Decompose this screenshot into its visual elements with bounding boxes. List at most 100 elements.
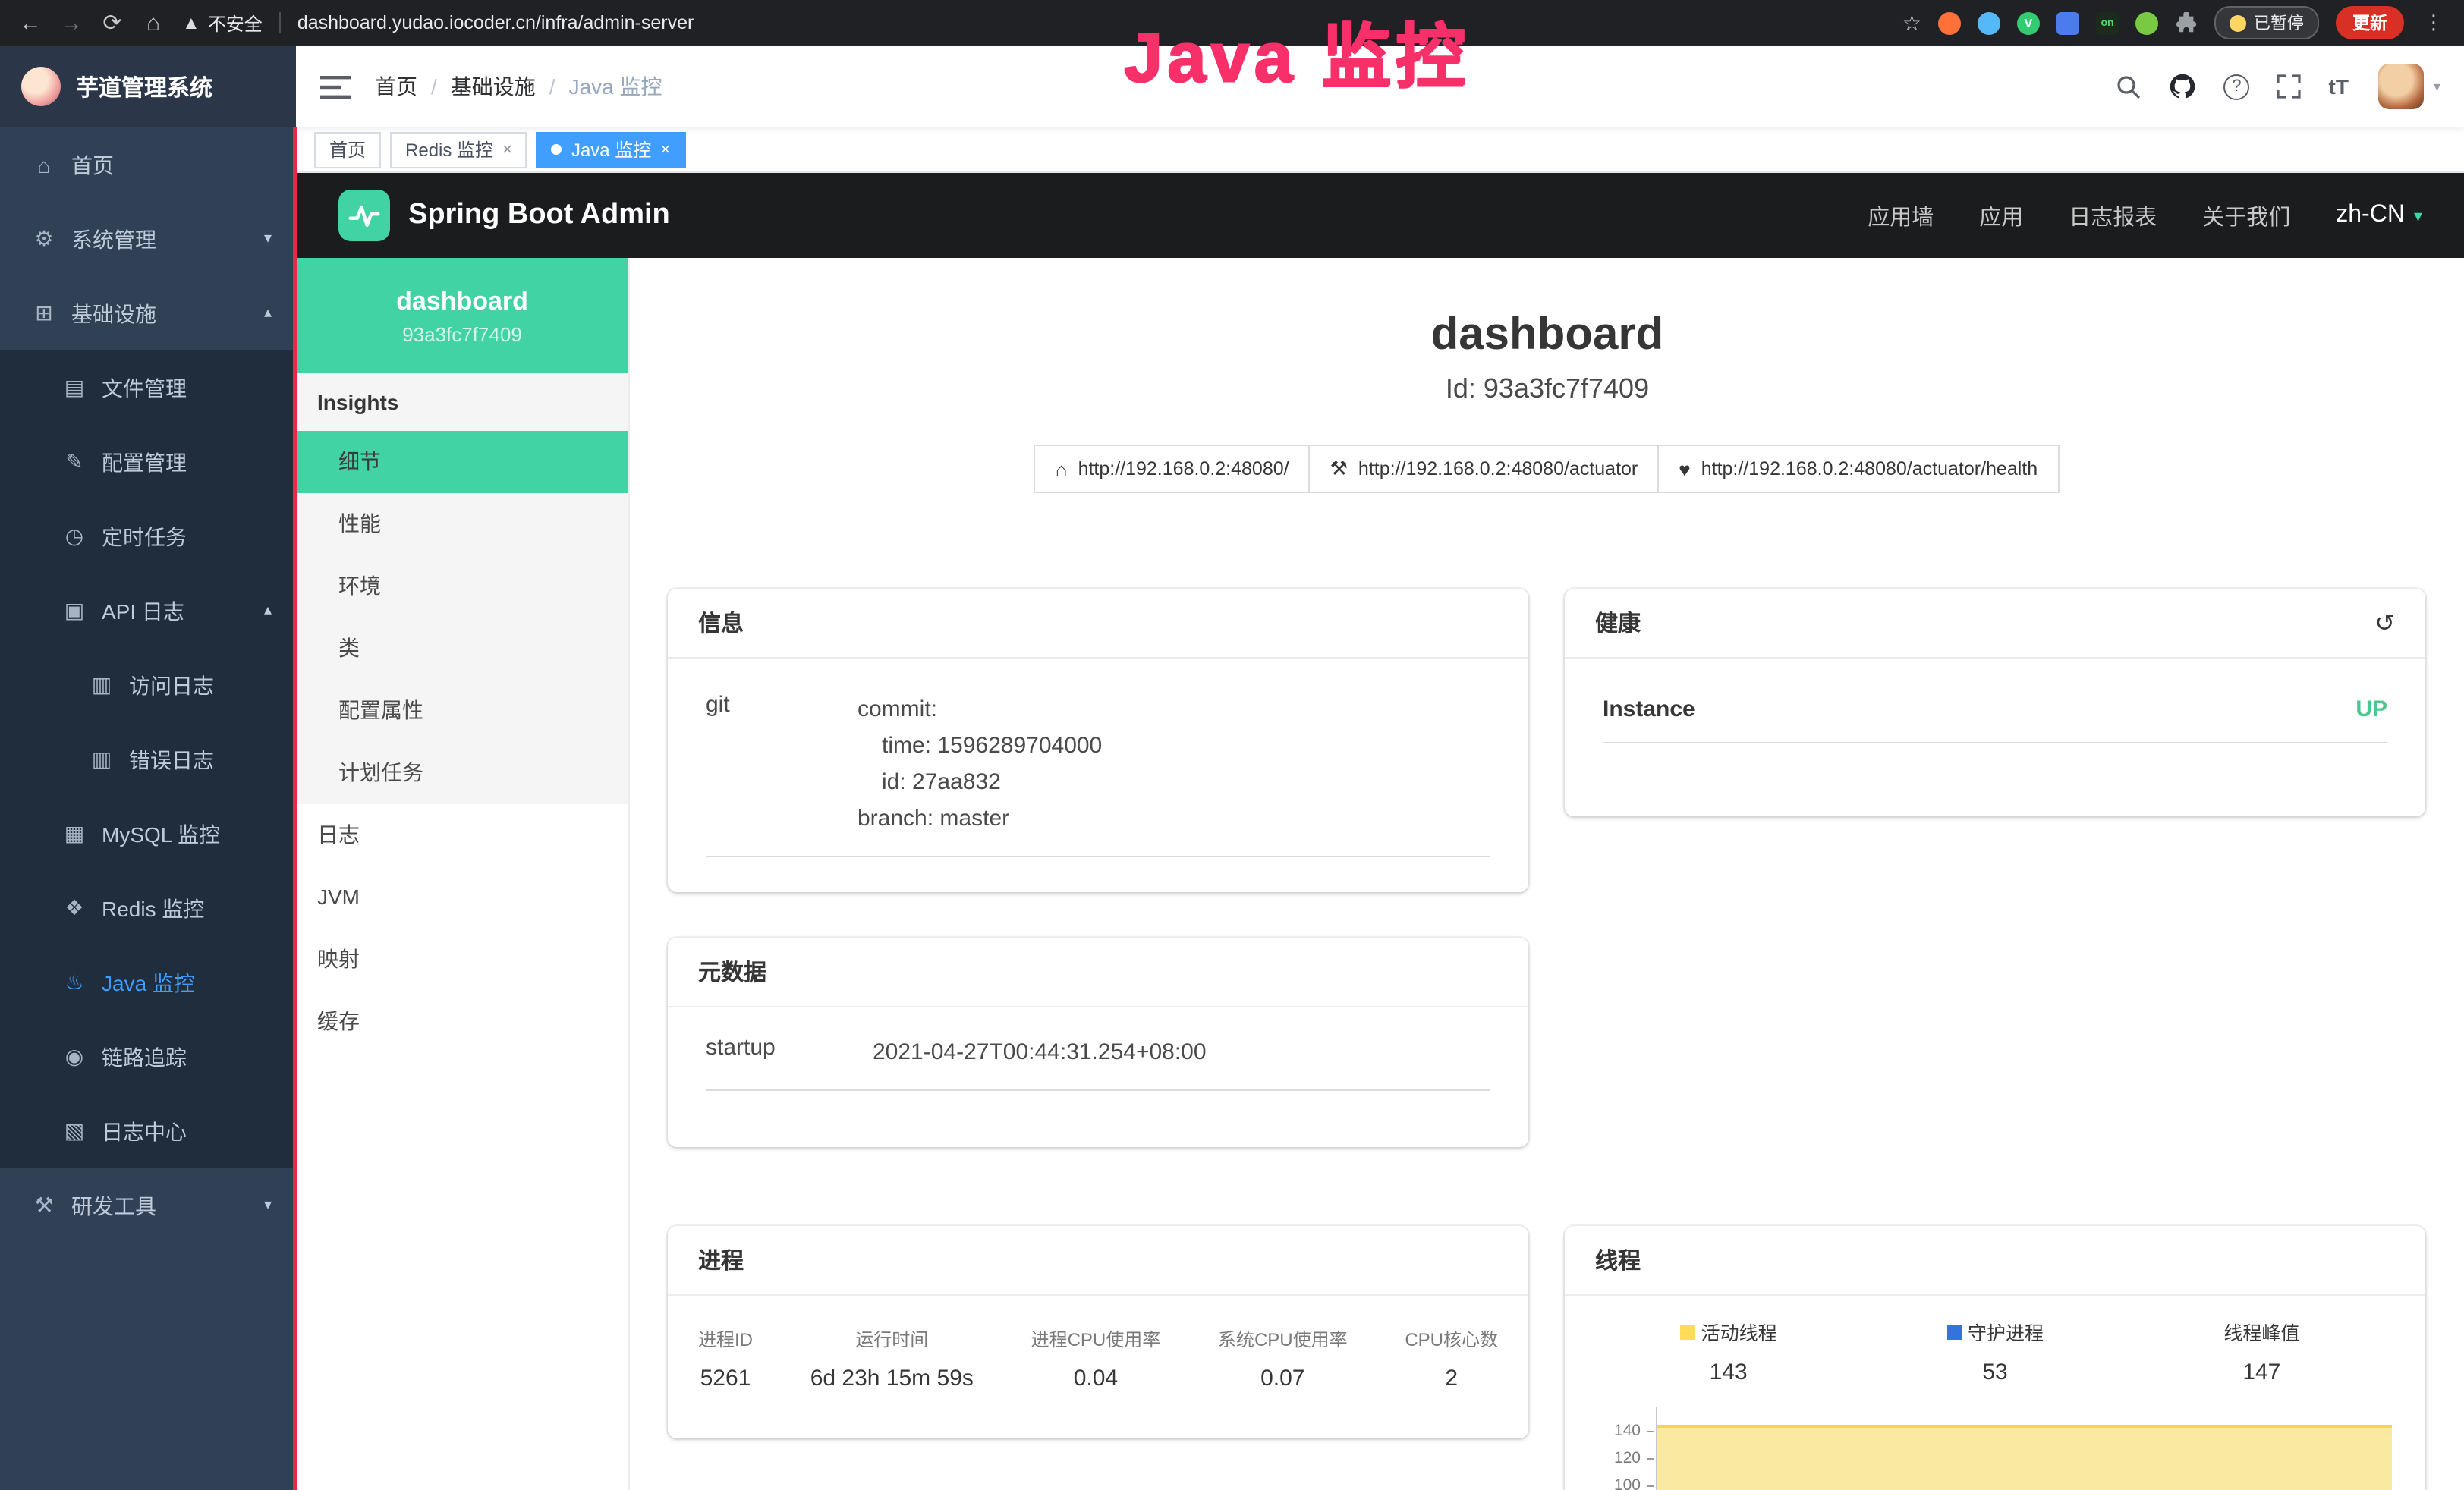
font-size-icon[interactable]: tT: [2329, 74, 2349, 99]
metadata-key: startup: [706, 1035, 873, 1071]
sba-item-classes[interactable]: 类: [296, 618, 628, 680]
extension-icon[interactable]: [2135, 11, 2158, 34]
y-axis-tick-label: 100: [1595, 1476, 1641, 1490]
sba-item-environment[interactable]: 环境: [296, 555, 628, 618]
sba-nav-applications[interactable]: 应用: [1979, 200, 2023, 231]
sba-item-scheduled-tasks[interactable]: 计划任务: [296, 742, 628, 804]
sba-item-logs[interactable]: 日志: [296, 804, 628, 866]
browser-menu-icon[interactable]: ⋮: [2421, 11, 2447, 35]
sba-brand-title[interactable]: Spring Boot Admin: [408, 199, 670, 232]
address-bar[interactable]: dashboard.yudao.iocoder.cn/infra/admin-s…: [279, 12, 694, 33]
avatar-dropdown-caret-icon[interactable]: ▾: [2434, 78, 2440, 95]
vue-devtools-icon[interactable]: V: [2017, 11, 2040, 34]
sba-locale-select[interactable]: zh-CN ▾: [2336, 202, 2422, 229]
site-security-chip[interactable]: ▲ 不安全: [182, 10, 263, 36]
close-tab-icon[interactable]: ×: [502, 140, 512, 159]
admin-sidebar: 芋道管理系统 ⌂ 首页 ⚙ 系统管理 ▾ ⊞ 基础设施 ▴ ▤ 文件管理 ✎: [0, 46, 296, 1490]
card-title: 元数据: [698, 956, 766, 988]
fullscreen-icon[interactable]: [2277, 74, 2302, 99]
breadcrumb-home[interactable]: 首页: [375, 71, 417, 102]
live-threads-area: [1657, 1425, 2392, 1490]
breadcrumb-infrastructure[interactable]: 基础设施: [451, 71, 536, 102]
tags-view-bar: 首页 Redis 监控 × Java 监控 ×: [296, 127, 2464, 173]
sba-nav-journal[interactable]: 日志报表: [2069, 200, 2157, 231]
collapse-sidebar-icon[interactable]: [320, 75, 351, 98]
sba-item-caches[interactable]: 缓存: [296, 991, 628, 1053]
extensions-puzzle-icon[interactable]: [2175, 11, 2198, 34]
sidebar-item-api-log[interactable]: ▣ API 日志 ▴: [0, 574, 296, 648]
service-url-link[interactable]: ⌂ http://192.168.0.2:48080/: [1034, 445, 1311, 493]
forward-icon[interactable]: →: [59, 10, 83, 36]
close-tab-icon[interactable]: ×: [660, 140, 670, 159]
sba-item-mappings[interactable]: 映射: [296, 929, 628, 991]
tab-java-monitor[interactable]: Java 监控 ×: [537, 131, 685, 168]
table-row: startup 2021-04-27T00:44:31.254+08:00: [706, 1017, 1490, 1091]
info-key: git: [706, 692, 858, 838]
sidebar-item-log-center[interactable]: ▧ 日志中心: [0, 1094, 296, 1168]
sidebar-item-home[interactable]: ⌂ 首页: [0, 127, 296, 202]
actuator-url-link[interactable]: ⚒ http://192.168.0.2:48080/actuator: [1309, 445, 1660, 493]
sidebar-item-file-mgmt[interactable]: ▤ 文件管理: [0, 350, 296, 425]
tab-home[interactable]: 首页: [314, 131, 381, 168]
extension-icon[interactable]: [2056, 11, 2079, 34]
search-icon[interactable]: [2116, 74, 2142, 99]
sidebar-item-scheduled-jobs[interactable]: ◷ 定时任务: [0, 499, 296, 574]
back-icon[interactable]: ←: [18, 10, 42, 36]
logo-avatar: [21, 67, 61, 106]
tools-icon: ⚒: [30, 1193, 58, 1218]
reload-icon[interactable]: ⟳: [100, 9, 124, 36]
chevron-down-icon: ▾: [264, 231, 272, 247]
help-icon[interactable]: ?: [2224, 74, 2250, 99]
instance-id-subtitle: Id: 93a3fc7f7409: [630, 373, 2464, 405]
sidebar-item-error-log[interactable]: ▥ 错误日志: [0, 722, 296, 797]
sidebar-item-system-mgmt[interactable]: ⚙ 系统管理 ▾: [0, 202, 296, 276]
sidebar-item-access-log[interactable]: ▥ 访问日志: [0, 648, 296, 722]
health-url-link[interactable]: ♥ http://192.168.0.2:48080/actuator/heal…: [1657, 445, 2059, 493]
history-icon[interactable]: ↺: [2374, 608, 2395, 638]
instance-links: ⌂ http://192.168.0.2:48080/ ⚒ http://192…: [630, 445, 2464, 493]
log-center-icon: ▧: [61, 1118, 88, 1144]
sidebar-item-config-mgmt[interactable]: ✎ 配置管理: [0, 425, 296, 499]
chrome-update-button[interactable]: 更新: [2336, 6, 2404, 39]
sidebar-item-infrastructure[interactable]: ⊞ 基础设施 ▴: [0, 276, 296, 350]
doc-icon: ▥: [88, 672, 115, 698]
legend-live-threads: 活动线程 143: [1595, 1317, 1861, 1385]
log-icon: ▣: [61, 598, 88, 624]
paused-badge[interactable]: 已暂停: [2214, 6, 2319, 39]
metadata-card: 元数据 startup 2021-04-27T00:44:31.254+08:0…: [668, 938, 1528, 1147]
breadcrumb: 首页 / 基础设施 / Java 监控: [375, 71, 662, 102]
stat-process-cpu: 进程CPU使用率 0.04: [1031, 1326, 1161, 1391]
sidebar-item-dev-tools[interactable]: ⚒ 研发工具 ▾: [0, 1168, 296, 1243]
stat-uptime: 运行时间 6d 23h 15m 59s: [810, 1326, 974, 1391]
sidebar-item-mysql-monitor[interactable]: ▦ MySQL 监控: [0, 797, 296, 871]
sba-item-jvm[interactable]: JVM: [296, 866, 628, 929]
sba-nav-about[interactable]: 关于我们: [2202, 200, 2290, 231]
home-icon[interactable]: ⌂: [141, 10, 165, 36]
sba-item-config-props[interactable]: 配置属性: [296, 680, 628, 742]
tab-redis-monitor[interactable]: Redis 监控 ×: [390, 131, 527, 168]
sba-item-metrics[interactable]: 性能: [296, 493, 628, 555]
chevron-up-icon: ▴: [264, 602, 272, 619]
sidebar-item-java-monitor[interactable]: ♨ Java 监控: [0, 945, 296, 1020]
extension-icon[interactable]: [1938, 11, 1961, 34]
sba-instance-header[interactable]: dashboard 93a3fc7f7409: [296, 258, 628, 373]
edit-icon: ✎: [61, 449, 88, 475]
github-icon[interactable]: [2170, 73, 2197, 100]
user-avatar[interactable]: [2379, 64, 2425, 109]
sba-nav-wallboard[interactable]: 应用墙: [1868, 200, 1934, 231]
sba-item-details[interactable]: 细节: [296, 431, 628, 493]
instance-hero: dashboard Id: 93a3fc7f7409 ⌂ http://192.…: [630, 310, 2464, 493]
bookmark-star-icon[interactable]: ☆: [1902, 10, 1921, 36]
sidebar-section-insights: Insights: [296, 373, 628, 431]
sidebar-item-tracing[interactable]: ◉ 链路追踪: [0, 1020, 296, 1094]
extension-icon[interactable]: [1978, 11, 2000, 34]
left-column: 信息 git commit: time: 1596289704000 id: 2…: [668, 589, 1528, 1438]
axis-tick: [1647, 1485, 1654, 1487]
table-row: git commit: time: 1596289704000 id: 27aa…: [706, 677, 1490, 857]
stat-system-cpu: 系统CPU使用率 0.07: [1218, 1326, 1348, 1391]
app-logo[interactable]: 芋道管理系统: [0, 46, 296, 127]
switch-extension-icon[interactable]: on: [2096, 11, 2119, 34]
instance-name: dashboard: [396, 286, 528, 316]
sidebar-item-redis-monitor[interactable]: ❖ Redis 监控: [0, 871, 296, 945]
sba-logo-icon[interactable]: [338, 190, 390, 241]
